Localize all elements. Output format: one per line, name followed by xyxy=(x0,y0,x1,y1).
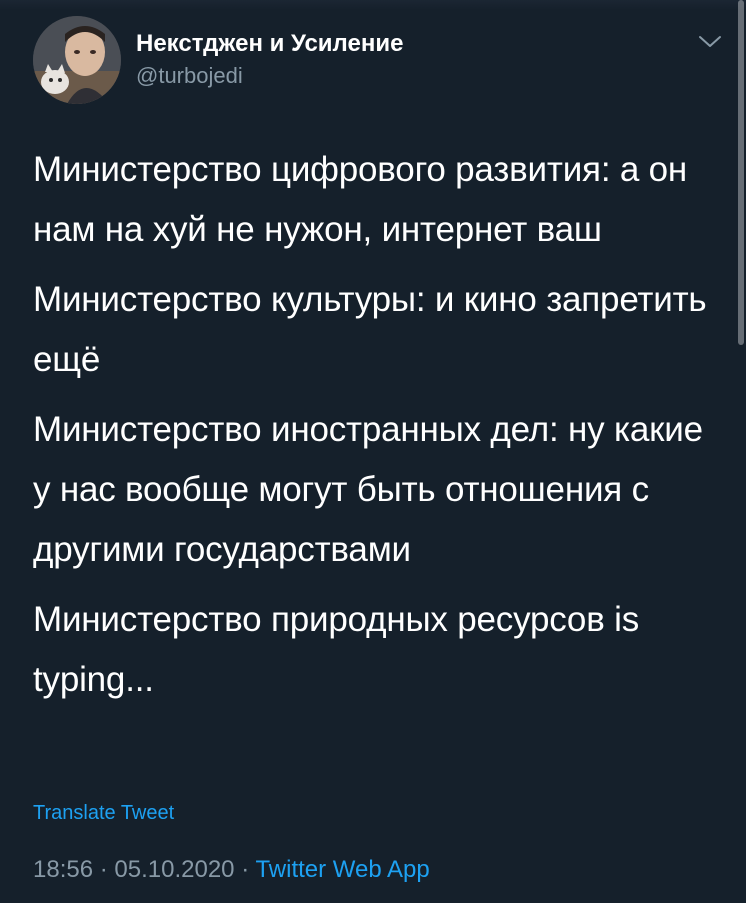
tweet-text: Министерство цифрового развития: а он на… xyxy=(33,140,728,720)
author-handle[interactable]: @turbojedi xyxy=(136,62,403,90)
meta-separator: · xyxy=(99,856,108,883)
tweet-time[interactable]: 18:56 xyxy=(33,856,93,883)
tweet: Некстджен и Усиление @turbojedi Министер… xyxy=(0,0,746,903)
tweet-paragraph: Министерство иностранных дел: ну какие у… xyxy=(33,410,703,569)
avatar-image xyxy=(33,16,121,104)
tweet-date[interactable]: 05.10.2020 xyxy=(114,856,234,883)
tweet-paragraph: Министерство цифрового развития: а он на… xyxy=(33,150,688,249)
tweet-meta: 18:56 · 05.10.2020 · Twitter Web App xyxy=(33,856,430,884)
author-block: Некстджен и Усиление @turbojedi xyxy=(136,30,403,90)
tweet-source-link[interactable]: Twitter Web App xyxy=(255,856,429,883)
chevron-down-icon[interactable] xyxy=(697,32,723,52)
author-display-name[interactable]: Некстджен и Усиление xyxy=(136,30,403,58)
tweet-paragraph: Министерство культуры: и кино запретить … xyxy=(33,280,707,379)
meta-separator: · xyxy=(241,856,250,883)
tweet-paragraph: Министерство природных ресурсов is typin… xyxy=(33,600,639,699)
translate-tweet-link[interactable]: Translate Tweet xyxy=(33,802,174,825)
scrollbar[interactable] xyxy=(738,0,744,345)
tweet-header: Некстджен и Усиление @turbojedi xyxy=(33,16,723,106)
avatar[interactable] xyxy=(33,16,121,104)
